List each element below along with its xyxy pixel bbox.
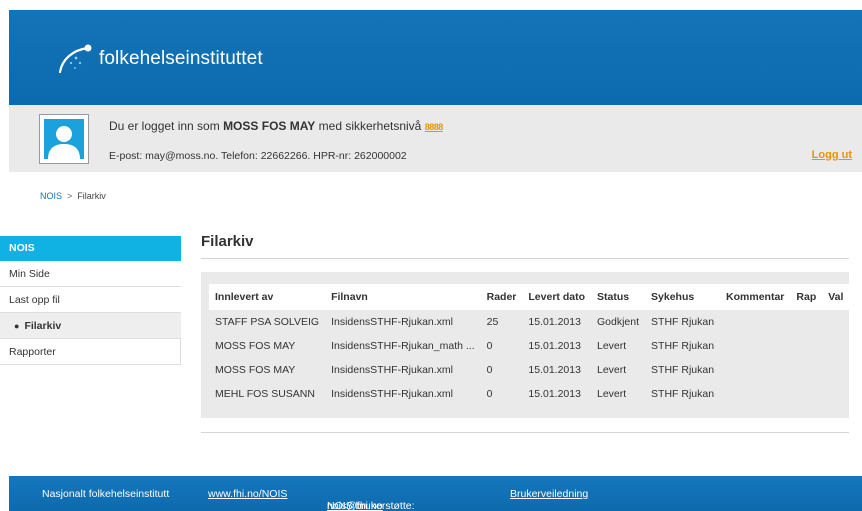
footer-nois-link[interactable]: www.fhi.no/NOIS: [208, 488, 287, 500]
site-logo[interactable]: folkehelseinstituttet: [54, 42, 263, 76]
breadcrumb-current: Filarkiv: [77, 191, 106, 201]
contact-info: E-post: may@moss.no. Telefon: 22662266. …: [109, 150, 407, 162]
footer-org: Nasjonalt folkehelseinstitutt: [42, 488, 170, 500]
sidebar-nav: NOIS Min Side Last opp fil ● Filarkiv Rap…: [0, 236, 181, 365]
cell-hospital: STHF Rjukan: [651, 364, 715, 376]
table-row[interactable]: MOSS FOS MAY InsidensSTHF-Rjukan.xml 0 1…: [209, 358, 849, 382]
cell-filename[interactable]: InsidensSTHF-Rjukan.xml: [325, 310, 481, 334]
site-header: folkehelseinstituttet: [9, 10, 862, 105]
sidebar-item-label: Filarkiv: [24, 320, 62, 332]
cell-status: Levert: [597, 364, 627, 376]
column-header[interactable]: Levert dato: [522, 284, 591, 310]
cell-date: 15.01.2013: [528, 364, 581, 376]
cell-submitter: STAFF PSA SOLVEIG: [215, 316, 320, 328]
cell-date: 15.01.2013: [528, 316, 581, 328]
cell-rows: 0: [486, 388, 493, 400]
cell-status: Levert: [597, 340, 627, 352]
cell-date: 15.01.2013: [528, 340, 581, 352]
cell-date: 15.01.2013: [528, 388, 581, 400]
security-level: 8888: [424, 122, 444, 132]
login-status: Du er logget inn som MOSS FOS MAY med si…: [109, 119, 443, 133]
cell-rap: [790, 358, 822, 382]
cell-val: [822, 382, 849, 406]
cell-rows: 0: [486, 364, 493, 376]
cell-hospital: STHF Rjukan: [651, 316, 715, 328]
table-row[interactable]: MEHL FOS SUSANN InsidensSTHF-Rjukan.xml …: [209, 382, 849, 406]
column-header[interactable]: Status: [591, 284, 645, 310]
table-row[interactable]: MOSS FOS MAY InsidensSTHF-Rjukan_math ..…: [209, 334, 849, 358]
cell-rap: [790, 310, 822, 334]
table-header-row: Innlevert av Filnavn Rader Levert dato S…: [209, 284, 850, 310]
file-archive-table: Innlevert av Filnavn Rader Levert dato S…: [209, 284, 850, 406]
login-prefix: Du er logget inn som: [109, 119, 224, 133]
cell-comment: [720, 382, 790, 406]
column-header[interactable]: Rap: [790, 284, 822, 310]
active-bullet-icon: ●: [14, 321, 20, 331]
cell-rows: 0: [486, 340, 493, 352]
logo-text: folkehelseinstituttet: [99, 48, 263, 69]
main-content: Filarkiv Innlevert av Filnavn Rader Leve…: [201, 233, 850, 433]
fhi-logo-icon: [54, 42, 96, 76]
login-mid: med sikkerhetsnivå: [315, 119, 425, 133]
cell-comment: [720, 334, 790, 358]
sidebar-item-last-opp-fil[interactable]: Last opp fil: [0, 287, 181, 313]
page-title: Filarkiv: [201, 233, 254, 250]
user-info-bar: Du er logget inn som MOSS FOS MAY med si…: [9, 105, 862, 172]
logout-link[interactable]: Logg ut: [812, 149, 852, 161]
sidebar-item-label: Rapporter: [9, 346, 56, 358]
cell-val: [822, 310, 849, 334]
cell-rows: 25: [486, 316, 499, 328]
column-header[interactable]: Innlevert av: [209, 284, 325, 310]
user-avatar-icon: [44, 119, 84, 159]
cell-rap: [790, 382, 822, 406]
cell-hospital: STHF Rjukan: [651, 388, 715, 400]
breadcrumb: NOIS > Filarkiv: [40, 191, 106, 201]
sidebar-item-label: Min Side: [9, 268, 50, 280]
avatar: [39, 114, 89, 164]
cell-filename[interactable]: InsidensSTHF-Rjukan.xml: [325, 382, 481, 406]
content-divider: [201, 432, 849, 433]
sidebar-heading[interactable]: NOIS: [0, 236, 181, 261]
footer-support-email[interactable]: nois@fhi.no: [327, 500, 383, 511]
column-header[interactable]: Filnavn: [325, 284, 481, 310]
sidebar-item-rapporter[interactable]: Rapporter: [0, 339, 181, 365]
sidebar-item-label: Last opp fil: [9, 294, 60, 306]
cell-submitter: MOSS FOS MAY: [215, 340, 296, 352]
column-header[interactable]: Rader: [481, 284, 523, 310]
column-header[interactable]: Sykehus: [645, 284, 720, 310]
cell-hospital: STHF Rjukan: [651, 340, 715, 352]
user-name: MOSS FOS MAY: [223, 119, 316, 133]
cell-rap: [790, 334, 822, 358]
sidebar-item-filarkiv[interactable]: ● Filarkiv: [0, 313, 181, 339]
breadcrumb-separator: >: [67, 191, 73, 201]
cell-val: [822, 334, 849, 358]
cell-status: Godkjent: [597, 316, 640, 328]
cell-status: Levert: [597, 388, 627, 400]
sidebar-item-min-side[interactable]: Min Side: [0, 261, 181, 287]
column-header[interactable]: Val: [822, 284, 849, 310]
file-archive-panel: Innlevert av Filnavn Rader Levert dato S…: [201, 272, 850, 418]
cell-submitter: MEHL FOS SUSANN: [215, 388, 315, 400]
cell-comment: [720, 310, 790, 334]
cell-submitter: MOSS FOS MAY: [215, 364, 296, 376]
footer-guide-link[interactable]: Brukerveiledning: [510, 488, 588, 500]
cell-comment: [720, 358, 790, 382]
cell-filename[interactable]: InsidensSTHF-Rjukan_math ...: [325, 334, 481, 358]
title-divider: [201, 258, 849, 259]
breadcrumb-root[interactable]: NOIS: [40, 191, 62, 201]
column-header[interactable]: Kommentar: [720, 284, 790, 310]
site-footer: Nasjonalt folkehelseinstitutt www.fhi.no…: [9, 476, 862, 511]
cell-val: [822, 358, 849, 382]
cell-filename[interactable]: InsidensSTHF-Rjukan.xml: [325, 358, 481, 382]
table-row[interactable]: STAFF PSA SOLVEIG InsidensSTHF-Rjukan.xm…: [209, 310, 849, 334]
